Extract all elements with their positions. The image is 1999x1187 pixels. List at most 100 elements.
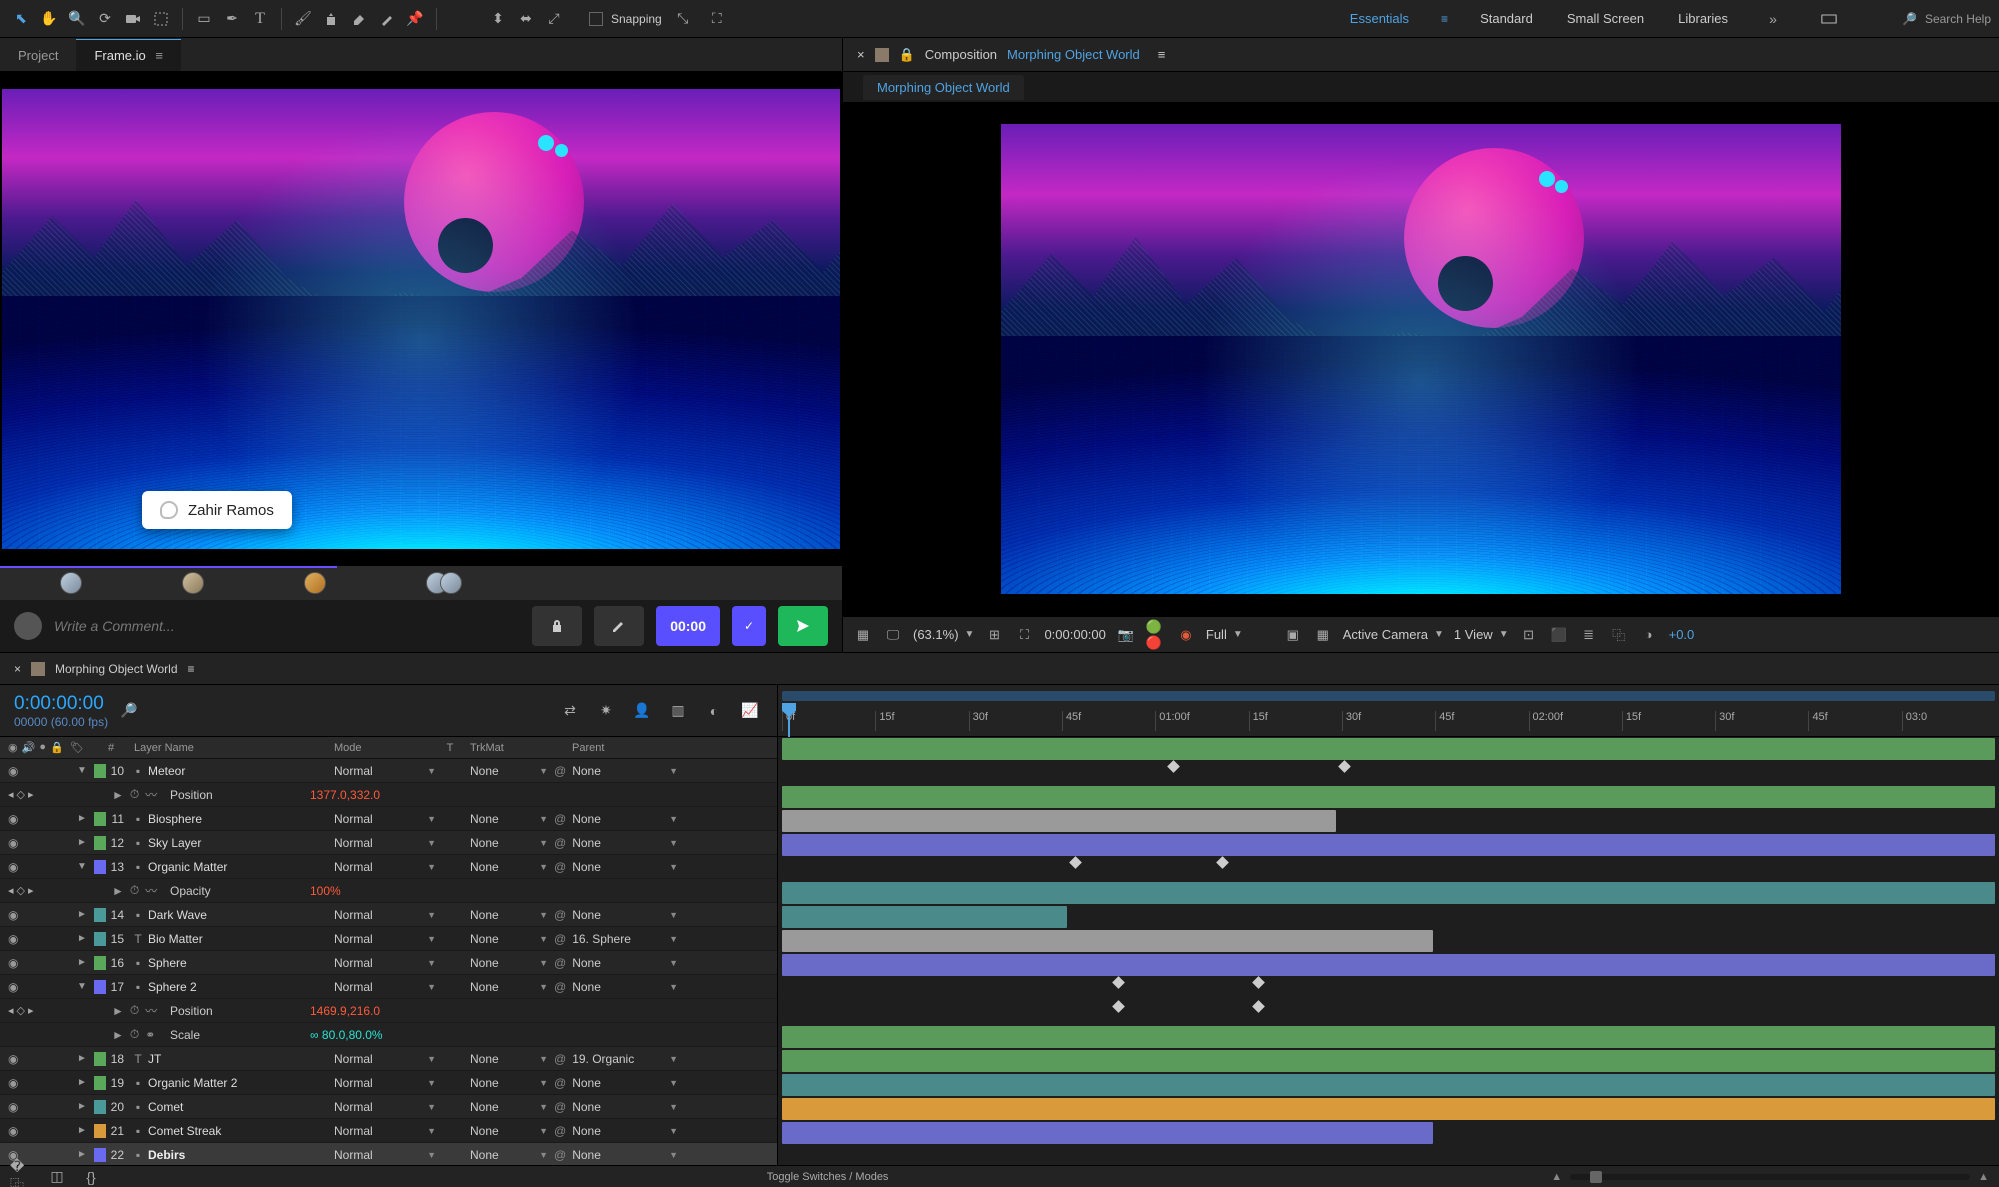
blend-mode-dropdown[interactable]: Normal▼ xyxy=(328,860,436,874)
visibility-toggle-icon[interactable]: ◉ xyxy=(8,764,18,778)
snapshot-icon[interactable]: 📷 xyxy=(1116,625,1136,645)
layer-row[interactable]: ◉►14▪Dark WaveNormal▼None▼@None▼ xyxy=(0,903,777,927)
stopwatch-icon[interactable]: ⏱ xyxy=(130,1003,139,1018)
track-matte-dropdown[interactable]: None▼ xyxy=(464,812,548,826)
axis-world-icon[interactable]: ⬌ xyxy=(513,6,539,32)
add-keyframe-icon[interactable]: ◇ xyxy=(17,788,25,801)
layer-color-label[interactable] xyxy=(94,932,106,946)
workspace-small-screen[interactable]: Small Screen xyxy=(1565,7,1646,30)
avatar[interactable] xyxy=(60,572,82,594)
blend-mode-dropdown[interactable]: Normal▼ xyxy=(328,836,436,850)
layer-duration-bar[interactable] xyxy=(782,882,1995,904)
parent-dropdown[interactable]: @19. Organic▼ xyxy=(548,1052,678,1066)
twirl-arrow-icon[interactable]: ► xyxy=(70,909,94,920)
twirl-arrow-icon[interactable]: ► xyxy=(70,1077,94,1088)
send-button[interactable] xyxy=(778,606,828,646)
region-tool-icon[interactable] xyxy=(148,6,174,32)
snap-collapse-icon[interactable]: ⛶ xyxy=(704,6,730,32)
col-number[interactable]: # xyxy=(94,742,128,754)
parent-dropdown[interactable]: @None▼ xyxy=(548,908,678,922)
graph-icon[interactable]: 〰 xyxy=(145,1002,157,1019)
keyframe-icon[interactable] xyxy=(1338,760,1351,773)
layer-duration-bar[interactable] xyxy=(782,1050,1995,1072)
track-matte-dropdown[interactable]: None▼ xyxy=(464,956,548,970)
timestamp-button[interactable]: 00:00 xyxy=(656,606,720,646)
graph-editor-icon[interactable]: 📈 xyxy=(737,698,763,724)
keyframe-icon[interactable] xyxy=(1069,856,1082,869)
roi-icon[interactable]: ▣ xyxy=(1283,625,1303,645)
blend-mode-dropdown[interactable]: Normal▼ xyxy=(328,956,436,970)
layer-name[interactable]: Organic Matter xyxy=(148,860,328,874)
monitor-icon[interactable]: 🖵 xyxy=(883,625,903,645)
pickwhip-icon[interactable]: @ xyxy=(554,908,566,922)
close-icon[interactable]: × xyxy=(857,47,865,62)
eraser-tool-icon[interactable] xyxy=(346,6,372,32)
track-matte-dropdown[interactable]: None▼ xyxy=(464,980,548,994)
twirl-arrow-icon[interactable]: ► xyxy=(70,1101,94,1112)
camera-tool-icon[interactable] xyxy=(120,6,146,32)
timeline-search-icon[interactable]: 🔎 xyxy=(118,700,140,722)
hide-shy-icon[interactable]: 👤 xyxy=(629,698,655,724)
layer-color-label[interactable] xyxy=(94,1076,106,1090)
property-value[interactable]: 1469.9,216.0 xyxy=(310,1004,380,1018)
layer-name[interactable]: Meteor xyxy=(148,764,328,778)
layer-color-label[interactable] xyxy=(94,764,106,778)
timeline-ruler[interactable]: 0f15f30f45f01:00f15f30f45f02:00f15f30f45… xyxy=(778,685,1999,737)
twirl-arrow-icon[interactable]: ► xyxy=(70,813,94,824)
frameio-preview[interactable]: Zahir Ramos xyxy=(0,72,842,566)
parent-dropdown[interactable]: @None▼ xyxy=(548,1076,678,1090)
parent-dropdown[interactable]: @None▼ xyxy=(548,1124,678,1138)
col-trkmat[interactable]: TrkMat xyxy=(464,742,548,754)
layer-color-label[interactable] xyxy=(94,956,106,970)
layer-name[interactable]: Comet xyxy=(148,1100,328,1114)
track-matte-dropdown[interactable]: None▼ xyxy=(464,764,548,778)
keyframe-icon[interactable] xyxy=(1167,760,1180,773)
keyframe-icon[interactable] xyxy=(1252,1000,1265,1013)
brush-tool-icon[interactable]: 🖌 xyxy=(290,6,316,32)
color-mgmt-icon[interactable]: ◉ xyxy=(1176,625,1196,645)
toggle-switches-modes-button[interactable]: Toggle Switches / Modes xyxy=(112,1171,1543,1183)
hand-tool-icon[interactable]: ✋ xyxy=(36,6,62,32)
axis-local-icon[interactable]: ⬍ xyxy=(485,6,511,32)
blend-mode-dropdown[interactable]: Normal▼ xyxy=(328,764,436,778)
layer-row[interactable]: ◉►19▪Organic Matter 2Normal▼None▼@None▼ xyxy=(0,1071,777,1095)
cc-home-icon[interactable] xyxy=(1816,6,1842,32)
property-value[interactable]: ∞ 80.0,80.0% xyxy=(310,1028,383,1042)
layer-name[interactable]: Sphere xyxy=(148,956,328,970)
blend-mode-dropdown[interactable]: Normal▼ xyxy=(328,1100,436,1114)
blend-mode-dropdown[interactable]: Normal▼ xyxy=(328,812,436,826)
blend-mode-dropdown[interactable]: Normal▼ xyxy=(328,932,436,946)
parent-dropdown[interactable]: @None▼ xyxy=(548,860,678,874)
blend-mode-dropdown[interactable]: Normal▼ xyxy=(328,908,436,922)
layer-duration-bar[interactable] xyxy=(782,1074,1995,1096)
parent-dropdown[interactable]: @None▼ xyxy=(548,836,678,850)
twirl-arrow-icon[interactable]: ▼ xyxy=(70,981,94,992)
layer-duration-bar[interactable] xyxy=(782,738,1995,760)
comp-mini-flowchart-icon[interactable]: ⇄ xyxy=(557,698,583,724)
comment-tooltip[interactable]: Zahir Ramos xyxy=(142,491,292,529)
search-input[interactable]: Search Help xyxy=(1925,12,1991,26)
pickwhip-icon[interactable]: @ xyxy=(554,1052,566,1066)
rectangle-tool-icon[interactable]: ▭ xyxy=(191,6,217,32)
twirl-arrow-icon[interactable]: ► xyxy=(70,1125,94,1136)
layer-duration-bar[interactable] xyxy=(782,954,1995,976)
current-timecode[interactable]: 0:00:00:00 xyxy=(14,693,108,715)
parent-dropdown[interactable]: @None▼ xyxy=(548,764,678,778)
stopwatch-icon[interactable]: ⏱ xyxy=(130,787,139,802)
track-matte-dropdown[interactable]: None▼ xyxy=(464,1124,548,1138)
layer-color-label[interactable] xyxy=(94,1100,106,1114)
property-value[interactable]: 100% xyxy=(310,884,341,898)
blend-mode-dropdown[interactable]: Normal▼ xyxy=(328,980,436,994)
pickwhip-icon[interactable]: @ xyxy=(554,1124,566,1138)
layer-duration-bar[interactable] xyxy=(782,1026,1995,1048)
tab-menu-icon[interactable]: ≡ xyxy=(152,48,163,63)
layer-color-label[interactable] xyxy=(94,1148,106,1162)
visibility-toggle-icon[interactable]: ◉ xyxy=(8,860,18,874)
track-matte-dropdown[interactable]: None▼ xyxy=(464,860,548,874)
exposure-value[interactable]: +0.0 xyxy=(1669,627,1695,642)
snap-edge-icon[interactable]: ⤡ xyxy=(670,6,696,32)
orbit-tool-icon[interactable]: ⟳ xyxy=(92,6,118,32)
workspace-libraries[interactable]: Libraries xyxy=(1676,7,1730,30)
avatar[interactable] xyxy=(440,572,462,594)
visibility-toggle-icon[interactable]: ◉ xyxy=(8,1052,18,1066)
